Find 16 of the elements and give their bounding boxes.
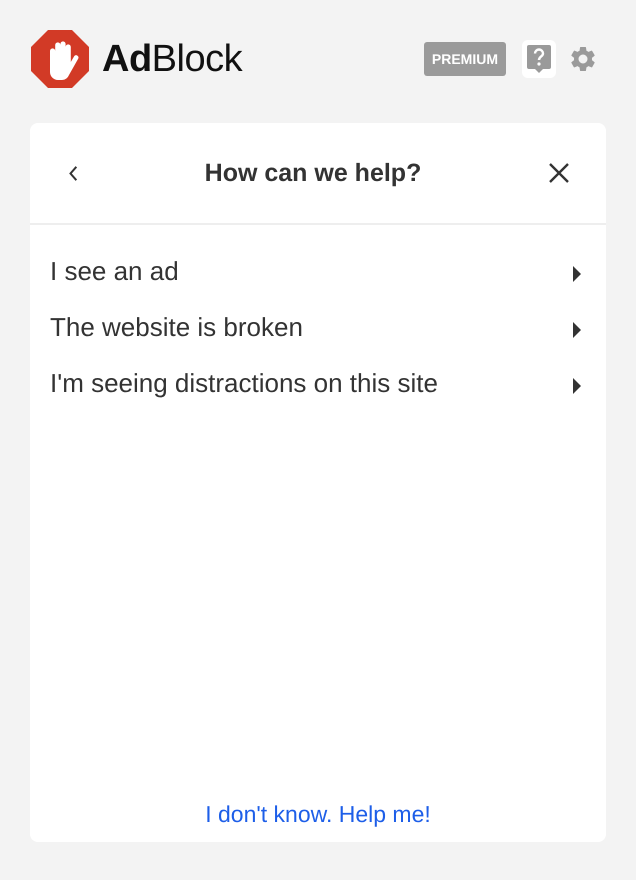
help-me-link[interactable]: I don't know. Help me!: [205, 801, 431, 827]
help-icon: [526, 44, 552, 74]
close-icon: [548, 162, 570, 184]
help-option[interactable]: I see an ad: [50, 243, 582, 299]
back-chevron-icon: [68, 164, 78, 182]
close-button[interactable]: [548, 162, 570, 184]
help-option[interactable]: The website is broken: [50, 299, 582, 355]
caret-right-icon: [572, 265, 582, 283]
stop-hand-icon: [30, 29, 90, 89]
logo-text: AdBlock: [102, 38, 242, 80]
help-button[interactable]: [522, 40, 556, 78]
caret-right-icon: [572, 321, 582, 339]
back-button[interactable]: [68, 164, 78, 182]
caret-right-icon: [572, 377, 582, 395]
panel-title: How can we help?: [204, 158, 422, 188]
help-option[interactable]: I'm seeing distractions on this site: [50, 355, 582, 411]
